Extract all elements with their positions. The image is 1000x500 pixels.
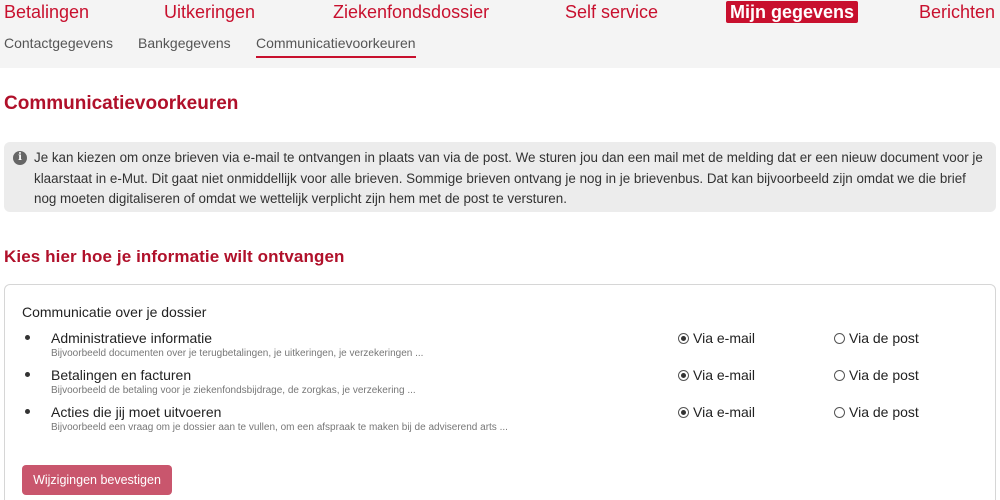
radio-checked-icon[interactable] bbox=[678, 369, 689, 381]
radio-label: Via e-mail bbox=[693, 404, 755, 420]
nav-item-berichten[interactable]: Berichten bbox=[919, 1, 995, 23]
radio-unchecked-icon[interactable] bbox=[834, 369, 845, 381]
radio-label: Via de post bbox=[849, 404, 919, 420]
info-text: Je kan kiezen om onze brieven via e-mail… bbox=[34, 150, 983, 206]
radio-via-email-administratieve[interactable]: Via e-mail bbox=[678, 330, 755, 346]
radio-via-post-betalingen[interactable]: Via de post bbox=[834, 367, 919, 383]
info-icon: i bbox=[13, 151, 27, 165]
nav-item-betalingen[interactable]: Betalingen bbox=[4, 1, 89, 23]
nav-item-uitkeringen[interactable]: Uitkeringen bbox=[164, 1, 255, 23]
radio-unchecked-icon[interactable] bbox=[834, 332, 845, 344]
preference-row-betalingen-en-facturen: Betalingen en facturen Bijvoorbeeld de b… bbox=[5, 366, 995, 402]
radio-label: Via de post bbox=[849, 330, 919, 346]
preference-description: Bijvoorbeeld een vraag om je dossier aan… bbox=[51, 422, 508, 433]
bullet-icon bbox=[25, 409, 30, 414]
radio-label: Via e-mail bbox=[693, 330, 755, 346]
nav-item-self-service[interactable]: Self service bbox=[565, 1, 658, 23]
radio-label: Via de post bbox=[849, 367, 919, 383]
radio-via-post-acties[interactable]: Via de post bbox=[834, 404, 919, 420]
page-title: Communicatievoorkeuren bbox=[4, 93, 239, 114]
card-title: Communicatie over je dossier bbox=[22, 304, 207, 320]
radio-checked-icon[interactable] bbox=[678, 406, 689, 418]
info-box: i Je kan kiezen om onze brieven via e-ma… bbox=[4, 142, 996, 212]
nav-item-mijn-gegevens[interactable]: Mijn gegevens bbox=[726, 1, 859, 23]
preference-row-acties: Acties die jij moet uitvoeren Bijvoorbee… bbox=[5, 403, 995, 439]
preferences-card: Communicatie over je dossier Administrat… bbox=[4, 284, 996, 500]
nav-item-ziekenfondsdossier[interactable]: Ziekenfondsdossier bbox=[333, 1, 489, 23]
subnav-item-bankgegevens[interactable]: Bankgegevens bbox=[138, 34, 231, 56]
radio-via-email-acties[interactable]: Via e-mail bbox=[678, 404, 755, 420]
radio-via-email-betalingen[interactable]: Via e-mail bbox=[678, 367, 755, 383]
preference-description: Bijvoorbeeld de betaling voor je ziekenf… bbox=[51, 385, 416, 396]
preference-label: Acties die jij moet uitvoeren bbox=[51, 404, 222, 420]
preference-label: Administratieve informatie bbox=[51, 330, 213, 346]
subnav-item-communicatievoorkeuren[interactable]: Communicatievoorkeuren bbox=[256, 34, 416, 58]
top-navigation-bar: Betalingen Uitkeringen Ziekenfondsdossie… bbox=[0, 0, 1000, 68]
radio-via-post-administratieve[interactable]: Via de post bbox=[834, 330, 919, 346]
subnav-item-contactgegevens[interactable]: Contactgegevens bbox=[4, 34, 113, 56]
radio-checked-icon[interactable] bbox=[678, 332, 689, 344]
preference-label: Betalingen en facturen bbox=[51, 367, 192, 383]
bullet-icon bbox=[25, 335, 30, 340]
radio-label: Via e-mail bbox=[693, 367, 755, 383]
radio-unchecked-icon[interactable] bbox=[834, 406, 845, 418]
bullet-icon bbox=[25, 372, 30, 377]
main-nav: Betalingen Uitkeringen Ziekenfondsdossie… bbox=[0, 0, 1000, 26]
sub-nav: Contactgegevens Bankgegevens Communicati… bbox=[0, 34, 1000, 60]
confirm-changes-button[interactable]: Wijzigingen bevestigen bbox=[22, 465, 172, 495]
section-title: Kies hier hoe je informatie wilt ontvang… bbox=[4, 247, 345, 266]
preference-row-administratieve-informatie: Administratieve informatie Bijvoorbeeld … bbox=[5, 329, 995, 365]
preference-description: Bijvoorbeeld documenten over je terugbet… bbox=[51, 348, 424, 359]
